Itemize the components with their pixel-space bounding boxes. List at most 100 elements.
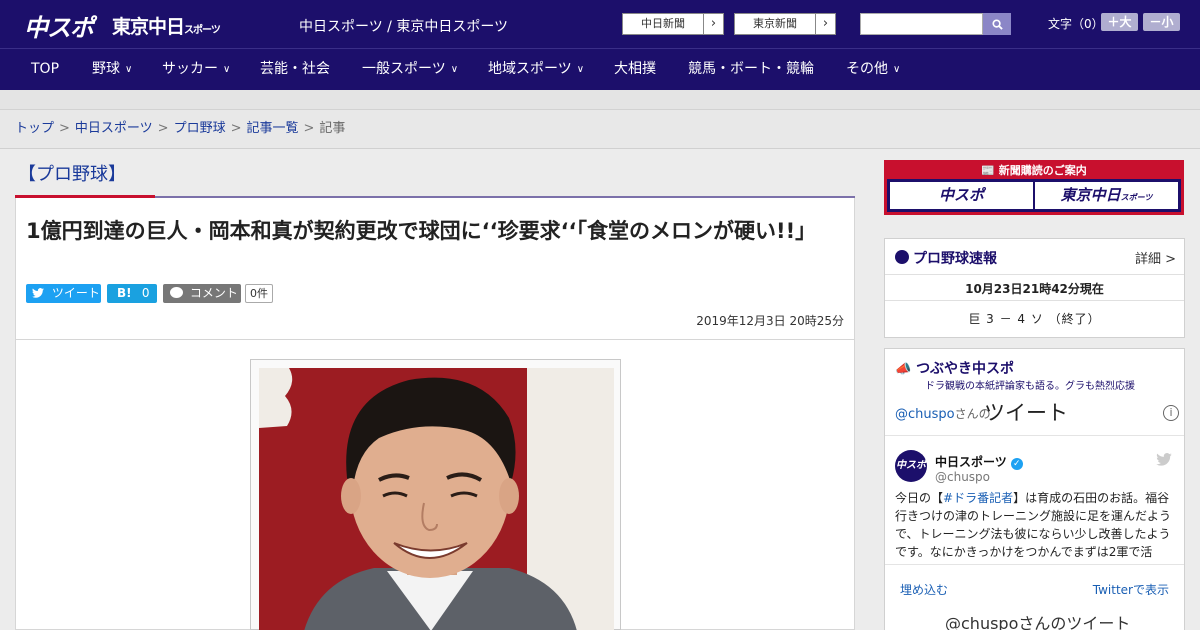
- twitter-bird-icon[interactable]: [1156, 453, 1172, 470]
- article-card: 1億円到達の巨人・岡本和真が契約更改で球団に‘‘珍要求‘‘「食堂のメロンが硬い!…: [15, 198, 855, 630]
- chunichi-shimbun-label: 中日新聞: [641, 17, 685, 30]
- newspaper-icon: 📰: [981, 164, 995, 177]
- font-larger-button[interactable]: ＋大: [1101, 13, 1138, 31]
- comment-label: コメント: [189, 286, 238, 300]
- article-photo[interactable]: [259, 368, 614, 630]
- scores-timestamp: 10月23日21時42分現在: [965, 282, 1104, 296]
- chevron-down-icon: ∨: [576, 64, 585, 75]
- breadcrumb-article-list[interactable]: 記事一覧: [247, 121, 299, 136]
- nav-other[interactable]: その他 ∨: [846, 49, 900, 90]
- nav-label: サッカー: [162, 61, 218, 77]
- chevron-down-icon: ∨: [893, 64, 901, 75]
- tweets-title: つぶやき中スポ: [916, 361, 1015, 377]
- nav-sumo[interactable]: 大相撲: [614, 49, 656, 90]
- chuspo-logo[interactable]: 中スポ: [24, 8, 94, 43]
- search-button[interactable]: [983, 13, 1011, 35]
- chunichi-shimbun-link[interactable]: 中日新聞 ›: [622, 13, 724, 35]
- tokyo-chunichi-logo[interactable]: 東京中日スポーツ: [112, 12, 221, 39]
- hatena-count: 0: [141, 286, 150, 300]
- chevron-right-icon: ›: [703, 14, 723, 34]
- view-on-twitter-link[interactable]: Twitterで表示: [1093, 581, 1169, 598]
- tokyo-logo-small: スポーツ: [184, 25, 221, 36]
- subscription-title: 📰 新聞購読のご案内: [884, 162, 1184, 178]
- info-icon[interactable]: i: [1163, 405, 1179, 421]
- subscription-banner[interactable]: 📰 新聞購読のご案内 中スポ 東京中日スポーツ: [884, 160, 1184, 215]
- tweet-account-user[interactable]: @chuspo: [935, 470, 990, 484]
- photo-illustration: [259, 368, 614, 630]
- embed-link[interactable]: 埋め込む: [900, 581, 948, 598]
- breadcrumb-separator: >: [59, 121, 70, 136]
- article-category: 【プロ野球】: [18, 164, 126, 185]
- tweets-footer-title: @chuspoさんのツイート: [945, 614, 1131, 630]
- hatena-bookmark-button[interactable]: B! 0: [107, 284, 157, 303]
- nav-label: 野球: [92, 61, 120, 77]
- twitter-bird-icon: [32, 288, 44, 298]
- avatar[interactable]: 中スポ: [895, 450, 927, 482]
- tweet-button[interactable]: ツイート: [26, 284, 101, 303]
- tweets-heading: 📣 つぶやき中スポ: [895, 358, 1014, 378]
- subscription-logos: 中スポ 東京中日スポーツ: [887, 179, 1181, 212]
- twitter-handle-header[interactable]: @chuspoさんの: [895, 405, 991, 422]
- nav-top[interactable]: TOP: [31, 49, 59, 90]
- tokyo-shimbun-link[interactable]: 東京新聞 ›: [734, 13, 836, 35]
- comment-button[interactable]: コメント: [163, 284, 241, 303]
- comment-count: 0件: [245, 284, 273, 303]
- ad-strip: [0, 90, 1200, 110]
- breadcrumb-top[interactable]: トップ: [15, 121, 54, 136]
- article-headline: 1億円到達の巨人・岡本和真が契約更改で球団に‘‘珍要求‘‘「食堂のメロンが硬い!…: [26, 219, 817, 243]
- tweet-text-prefix: 今日の【: [895, 491, 944, 505]
- breadcrumb-chunichi-sports[interactable]: 中日スポーツ: [75, 121, 153, 136]
- search-icon: [991, 19, 1003, 30]
- breadcrumb-current: 記事: [319, 121, 346, 136]
- tweet-label: ツイート: [51, 286, 100, 300]
- article-photo-frame: [250, 359, 621, 630]
- article-divider: [16, 339, 854, 340]
- verified-badge-icon: ✓: [1010, 458, 1023, 470]
- font-smaller-button[interactable]: －小: [1143, 13, 1180, 31]
- chevron-down-icon: ∨: [125, 64, 133, 75]
- top-header: 中スポ 東京中日スポーツ 中日スポーツ / 東京中日スポーツ 中日新聞 › 東京…: [0, 0, 1200, 48]
- speech-bubble-icon: [170, 287, 183, 298]
- nav-label: 一般スポーツ: [362, 61, 446, 77]
- subscribe-tokyo-small: スポーツ: [1120, 193, 1153, 202]
- tokyo-shimbun-label: 東京新聞: [753, 17, 797, 30]
- scores-divider: [885, 274, 1184, 275]
- scores-detail-link[interactable]: 詳細 >: [1135, 248, 1176, 267]
- subscribe-tokyo-chunichi[interactable]: 東京中日スポーツ: [1035, 182, 1178, 209]
- nav-label: 芸能・社会: [260, 61, 330, 77]
- chevron-down-icon: ∨: [450, 64, 459, 75]
- tweet-account-name-text: 中日スポーツ: [935, 455, 1007, 469]
- search-input[interactable]: [860, 13, 983, 35]
- tweets-subtitle: ドラ観戦の本紙評論家も語る。グラも熱烈応援: [925, 381, 1135, 392]
- nav-keiba[interactable]: 競馬・ボート・競輪: [688, 49, 814, 90]
- subscribe-chuspo[interactable]: 中スポ: [890, 182, 1033, 209]
- tweet-hashtag[interactable]: #ドラ番記者: [943, 491, 1013, 505]
- nav-label: 大相撲: [614, 61, 656, 77]
- font-size-label: 文字（0）: [1048, 17, 1104, 31]
- nav-baseball[interactable]: 野球 ∨: [92, 49, 132, 90]
- breadcrumb: トップ > 中日スポーツ > プロ野球 > 記事一覧 > 記事: [0, 110, 1200, 149]
- chevron-down-icon: ∨: [223, 64, 231, 75]
- article-date: 2019年12月3日 20時25分: [696, 314, 844, 328]
- tokyo-logo-text: 東京中日: [112, 16, 185, 38]
- twitter-handle: @chuspo: [895, 407, 955, 422]
- subscribe-tokyo-text: 東京中日: [1060, 186, 1121, 204]
- baseball-scores-panel: プロ野球速報 詳細 > 10月23日21時42分現在 巨 3 － 4 ソ （終了…: [884, 238, 1185, 338]
- scores-result[interactable]: 巨 3 － 4 ソ （終了）: [885, 310, 1184, 327]
- megaphone-icon: 📣: [895, 362, 912, 377]
- breadcrumb-pro-baseball[interactable]: プロ野球: [174, 121, 226, 136]
- tweets-divider: [885, 564, 1184, 565]
- hatena-label: B!: [117, 286, 132, 300]
- breadcrumb-separator: >: [230, 121, 242, 136]
- tweet-account-name[interactable]: 中日スポーツ ✓: [935, 453, 1023, 470]
- nav-regional-sports[interactable]: 地域スポーツ ∨: [488, 49, 584, 90]
- nav-entertainment[interactable]: 芸能・社会: [260, 49, 330, 90]
- baseball-scores-heading: プロ野球速報: [895, 248, 997, 268]
- nav-general-sports[interactable]: 一般スポーツ ∨: [362, 49, 458, 90]
- site-names: 中日スポーツ / 東京中日スポーツ: [299, 19, 509, 35]
- tweets-divider: [885, 435, 1184, 436]
- nav-soccer[interactable]: サッカー ∨: [162, 49, 230, 90]
- tweets-header-title: ツイート: [984, 401, 1068, 425]
- chevron-right-icon: ›: [815, 14, 835, 34]
- breadcrumb-separator: >: [303, 121, 315, 136]
